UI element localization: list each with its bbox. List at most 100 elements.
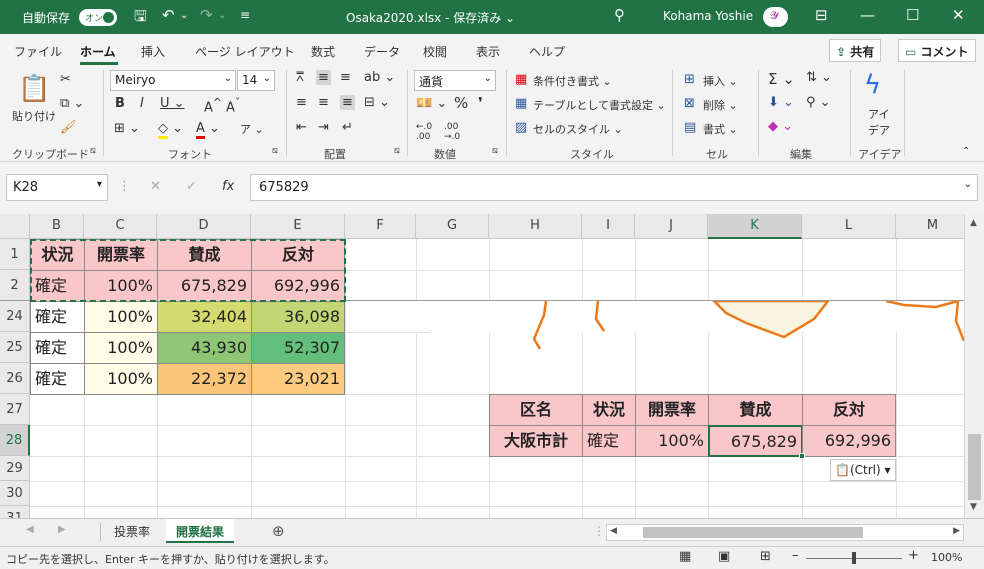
fill-color-icon[interactable]: ◇ ⌄	[158, 121, 183, 139]
row-header-26[interactable]: 26	[0, 363, 30, 394]
cut-icon[interactable]: ✂	[60, 72, 71, 87]
cell-styles-button[interactable]: セルのスタイル ⌄	[533, 121, 623, 137]
sort-filter-icon[interactable]: ⇅ ⌄	[806, 70, 832, 85]
clipboard-launcher-icon[interactable]: ⧅	[90, 146, 96, 156]
redo-dropdown-icon[interactable]: ⌄	[218, 10, 226, 21]
merge-center-icon[interactable]: ⊟ ⌄	[364, 95, 390, 110]
sheet-tab-results[interactable]: 開票結果	[166, 519, 235, 543]
collapse-ribbon-icon[interactable]: ⌃	[962, 146, 970, 157]
fill-icon[interactable]: ⬇ ⌄	[768, 95, 794, 110]
autosum-icon[interactable]: Σ ⌄	[768, 70, 795, 88]
decrease-indent-icon[interactable]: ⇤	[296, 120, 307, 135]
cell-no[interactable]: 52,307	[251, 332, 345, 364]
percent-icon[interactable]: %	[454, 94, 468, 112]
font-launcher-icon[interactable]: ⧅	[272, 146, 278, 156]
zoom-out-icon[interactable]: –	[792, 548, 799, 563]
fill-handle[interactable]	[799, 453, 805, 459]
row-header-30[interactable]: 30	[0, 481, 30, 506]
comment-button[interactable]: ▭ コメント	[898, 39, 976, 62]
conditional-format-button[interactable]: 条件付き書式 ⌄	[533, 73, 612, 89]
tab-page-layout[interactable]: ページ レイアウト	[195, 43, 295, 60]
header-open-rate[interactable]: 開票率	[635, 394, 709, 426]
zoom-level[interactable]: 100%	[931, 551, 962, 564]
grow-font-icon[interactable]: A^	[204, 96, 222, 115]
format-as-table-button[interactable]: テーブルとして書式設定 ⌄	[533, 97, 666, 113]
autosave-toggle[interactable]: オン	[79, 9, 117, 26]
alignment-launcher-icon[interactable]: ⧅	[394, 146, 400, 156]
name-box[interactable]: K28 ▾	[6, 174, 108, 201]
format-cells-icon[interactable]: ▤	[684, 120, 696, 135]
page-break-view-icon[interactable]: ⊞	[760, 549, 771, 564]
active-cell-k28[interactable]: 675,829	[708, 425, 803, 457]
sheet-next-icon[interactable]: ▶	[58, 524, 66, 535]
ideas-icon[interactable]: ϟ	[864, 70, 881, 100]
comma-icon[interactable]: ❜	[478, 94, 483, 112]
header-status[interactable]: 状況	[582, 394, 636, 426]
orientation-icon[interactable]: ab ⌄	[364, 70, 395, 85]
column-header-e[interactable]: E	[251, 214, 345, 239]
vertical-scroll-thumb[interactable]	[968, 434, 981, 500]
shrink-font-icon[interactable]: Aˇ	[226, 96, 240, 115]
column-header-m[interactable]: M	[896, 214, 964, 239]
cell-yes[interactable]: 43,930	[157, 332, 252, 364]
row-header-28[interactable]: 28	[0, 425, 30, 456]
tab-view[interactable]: 表示	[476, 43, 500, 60]
cell-status[interactable]: 確定	[30, 332, 85, 364]
row-header-27[interactable]: 27	[0, 394, 30, 425]
increase-decimal-icon[interactable]: ←.0.00	[416, 122, 432, 142]
column-header-f[interactable]: F	[345, 214, 416, 239]
format-painter-icon[interactable]: 🖌	[60, 120, 77, 135]
row-header-25[interactable]: 25	[0, 332, 30, 363]
border-icon[interactable]: ⊞ ⌄	[114, 121, 140, 136]
tab-insert[interactable]: 挿入	[141, 43, 165, 60]
share-button[interactable]: ⇪ 共有	[829, 39, 882, 62]
align-left-icon[interactable]: ≡	[296, 95, 307, 110]
tab-split-icon[interactable]: ⋮	[593, 524, 605, 538]
user-name[interactable]: Kohama Yoshie	[663, 9, 753, 23]
tab-home[interactable]: ホーム	[80, 43, 116, 60]
copy-icon[interactable]: ⧉ ⌄	[60, 96, 84, 111]
column-header-g[interactable]: G	[416, 214, 489, 239]
paste-button[interactable]: 貼り付け	[12, 108, 56, 124]
header-yes[interactable]: 賛成	[708, 394, 803, 426]
cell-status[interactable]: 確定	[30, 301, 85, 333]
cell-yes[interactable]: 22,372	[157, 363, 252, 395]
horizontal-scroll-thumb[interactable]	[643, 527, 863, 538]
column-header-c[interactable]: C	[84, 214, 157, 239]
map-picture[interactable]	[416, 301, 964, 391]
ideas-label-1[interactable]: アイ	[868, 106, 889, 122]
tab-file[interactable]: ファイル	[14, 43, 62, 60]
row-header-1[interactable]: 1	[0, 239, 30, 270]
worksheet-grid[interactable]: B C D E F G H I J K L M 1 2 24 25 26 27 …	[0, 214, 964, 518]
page-layout-view-icon[interactable]: ▣	[718, 549, 730, 564]
formula-input[interactable]: 675829 ⌄	[250, 174, 978, 201]
number-format-select[interactable]: 通貨 ⌄	[414, 70, 496, 91]
cell-no[interactable]: 692,996	[802, 425, 896, 457]
ideas-label-2[interactable]: デア	[868, 122, 890, 138]
wrap-text-icon[interactable]: ↵	[342, 120, 353, 135]
paste-options-button[interactable]: 📋(Ctrl) ▾	[830, 459, 896, 481]
find-select-icon[interactable]: ⚲ ⌄	[806, 95, 831, 110]
align-center-icon[interactable]: ≡	[318, 95, 329, 110]
cell-no[interactable]: 23,021	[251, 363, 345, 395]
tab-data[interactable]: データ	[364, 43, 400, 60]
enter-icon[interactable]: ✓	[186, 179, 197, 194]
bold-icon[interactable]: B	[115, 96, 125, 111]
undo-icon[interactable]: ↶	[162, 6, 175, 24]
align-middle-icon[interactable]: ≡	[316, 70, 331, 85]
sheet-prev-icon[interactable]: ◀	[26, 524, 34, 535]
column-header-i[interactable]: I	[582, 214, 635, 239]
cell-open-rate[interactable]: 100%	[84, 363, 158, 395]
header-no[interactable]: 反対	[802, 394, 896, 426]
scroll-right-icon[interactable]: ▶	[953, 526, 960, 536]
insert-function-icon[interactable]: fx	[222, 179, 234, 194]
cell-open-rate[interactable]: 100%	[84, 332, 158, 364]
format-cells-button[interactable]: 書式 ⌄	[703, 121, 738, 137]
column-header-j[interactable]: J	[635, 214, 708, 239]
decrease-decimal-icon[interactable]: .00 →.0	[444, 122, 460, 142]
cell-styles-icon[interactable]: ▨	[515, 120, 527, 135]
vertical-scrollbar[interactable]: ▲ ▼	[964, 214, 984, 518]
column-header-l[interactable]: L	[802, 214, 896, 239]
insert-cells-button[interactable]: 挿入 ⌄	[703, 73, 738, 89]
delete-cells-button[interactable]: 削除 ⌄	[703, 97, 738, 113]
